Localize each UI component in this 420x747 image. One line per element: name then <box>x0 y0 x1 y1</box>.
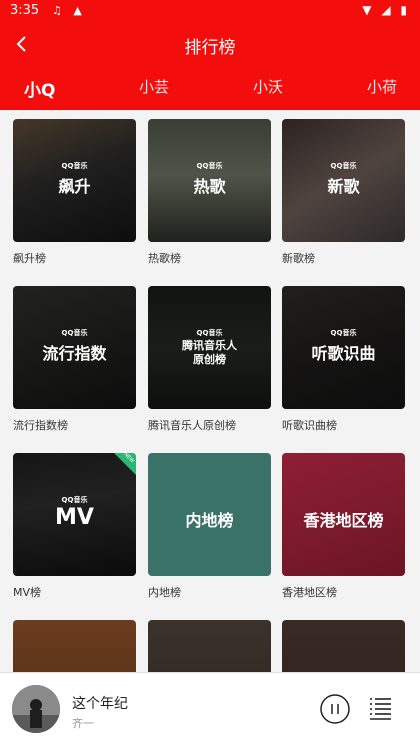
chart-card-hot[interactable]: QQ音乐 热歌 热歌榜 <box>148 119 271 266</box>
artist-name: 齐一 <box>72 717 94 730</box>
chart-card-hongkong[interactable]: 香港地区榜 香港地区榜 <box>282 453 405 600</box>
cover-title: 热歌 <box>193 177 226 196</box>
chart-cover: 内地榜 <box>148 453 271 576</box>
chart-cover: NEW QQ音乐 MV <box>13 453 136 576</box>
cover-title: 香港地区榜 <box>303 511 384 530</box>
chart-label: MV榜 <box>13 586 42 599</box>
chart-cover: QQ音乐 腾讯音乐人 原创榜 <box>148 286 271 409</box>
status-time: 3:35 <box>10 3 40 18</box>
qq-music-tag: QQ音乐 <box>61 162 88 170</box>
tab-xiao-q[interactable]: 小Q <box>24 76 55 101</box>
chart-card-tencent-original[interactable]: QQ音乐 腾讯音乐人 原创榜 腾讯音乐人原创榜 <box>148 286 271 433</box>
chart-cover: QQ音乐 听歌识曲 <box>282 286 405 409</box>
chart-cover <box>148 620 271 672</box>
qq-music-tag: QQ音乐 <box>330 329 357 337</box>
chart-card-song-recognition[interactable]: QQ音乐 听歌识曲 听歌识曲榜 <box>282 286 405 433</box>
chart-label: 热歌榜 <box>148 252 181 265</box>
mini-player[interactable]: 这个年纪 齐一 <box>0 672 420 747</box>
album-art[interactable] <box>12 685 60 733</box>
qq-music-tag: QQ音乐 <box>330 162 357 170</box>
system-icons: ▼ ◢ ▮ <box>362 3 410 17</box>
chart-label: 香港地区榜 <box>282 586 337 599</box>
chart-cover <box>13 620 136 672</box>
qq-music-tag: QQ音乐 <box>61 329 88 337</box>
chart-cover: QQ音乐 飙升 <box>13 119 136 242</box>
cover-title: 飙升 <box>58 177 91 196</box>
chart-grid: QQ音乐 飙升 飙升榜 QQ音乐 热歌 热歌榜 QQ音乐 新歌 新歌榜 QQ音乐… <box>0 110 420 672</box>
chart-cover: QQ音乐 流行指数 <box>13 286 136 409</box>
chart-cover <box>282 620 405 672</box>
chart-card-partial[interactable] <box>282 620 405 672</box>
chart-label: 新歌榜 <box>282 252 315 265</box>
tab-xiao-he[interactable]: 小荷 <box>367 76 397 97</box>
chart-card-partial[interactable] <box>13 620 136 672</box>
cover-title: 腾讯音乐人 原创榜 <box>182 339 237 366</box>
tab-bar: 小Q 小芸 小沃 小荷 <box>0 66 420 110</box>
cover-title: 流行指数 <box>42 344 107 363</box>
status-bar: 3:35 ♫ ▲ ▼ ◢ ▮ <box>0 0 420 22</box>
pause-icon[interactable] <box>320 694 350 724</box>
song-title: 这个年纪 <box>72 696 128 712</box>
chart-card-mv[interactable]: NEW QQ音乐 MV MV榜 <box>13 453 136 600</box>
notification-icons: ♫ ▲ <box>52 4 86 17</box>
cover-title: 内地榜 <box>185 511 234 530</box>
chart-label: 流行指数榜 <box>13 419 68 432</box>
chart-cover: QQ音乐 新歌 <box>282 119 405 242</box>
chart-card-mainland[interactable]: 内地榜 内地榜 <box>148 453 271 600</box>
chart-card-soaring[interactable]: QQ音乐 飙升 飙升榜 <box>13 119 136 266</box>
app-header: 排行榜 <box>0 22 420 66</box>
chart-card-new[interactable]: QQ音乐 新歌 新歌榜 <box>282 119 405 266</box>
qq-music-tag: QQ音乐 <box>196 329 223 337</box>
tab-xiao-yun[interactable]: 小芸 <box>139 76 169 97</box>
chart-card-partial[interactable] <box>148 620 271 672</box>
chart-cover: QQ音乐 热歌 <box>148 119 271 242</box>
chart-label: 飙升榜 <box>13 252 46 265</box>
cover-title: 新歌 <box>327 177 360 196</box>
cover-title: MV <box>55 505 94 530</box>
tab-xiao-wo[interactable]: 小沃 <box>253 76 283 97</box>
chart-label: 腾讯音乐人原创榜 <box>148 419 236 432</box>
album-art-image <box>12 685 60 733</box>
chart-label: 内地榜 <box>148 586 181 599</box>
page-title: 排行榜 <box>184 38 236 58</box>
cover-title: 听歌识曲 <box>311 344 376 363</box>
playlist-icon[interactable] <box>367 696 393 722</box>
chart-cover: 香港地区榜 <box>282 453 405 576</box>
chart-card-popular-index[interactable]: QQ音乐 流行指数 流行指数榜 <box>13 286 136 433</box>
qq-music-tag: QQ音乐 <box>61 496 88 504</box>
qq-music-tag: QQ音乐 <box>196 162 223 170</box>
chart-label: 听歌识曲榜 <box>282 419 337 432</box>
